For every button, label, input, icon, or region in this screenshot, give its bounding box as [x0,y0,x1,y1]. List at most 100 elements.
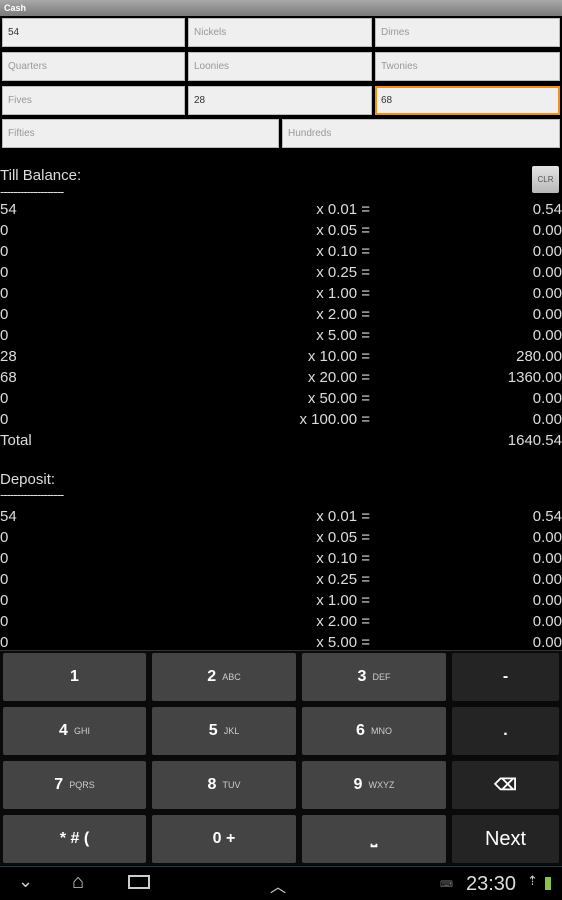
multiplier: x 0.05 = [316,222,370,239]
key-1[interactable]: 1 [3,653,146,701]
key-8[interactable]: 8 TUV [152,761,296,809]
subtotal: 0.00 [532,306,562,323]
count: 0 [0,550,9,567]
multiplier: x 10.00 = [307,348,370,365]
count: 0 [0,327,9,344]
wifi-icon: ⇡ [527,873,538,888]
recent-apps-icon[interactable] [128,875,150,889]
multiplier: x 0.25 = [316,571,370,588]
key-letters: JKL [223,726,240,736]
deposit-divider: ------------------- [0,487,64,502]
app-title: Cash [0,0,562,16]
key-2[interactable]: 2 ABC [152,653,296,701]
deposit-row: 0 x 1.00 = 0.00 [0,592,562,613]
till-row: 0 x 1.00 = 0.00 [0,285,562,306]
twenties-input[interactable]: 68 [375,86,560,115]
count: 0 [0,285,9,302]
count: 0 [0,613,9,630]
till-row: 0 x 0.10 = 0.00 [0,243,562,264]
count: 54 [0,508,17,525]
key-letters: WXYZ [368,780,395,790]
multiplier: x 50.00 = [307,390,370,407]
subtotal: 0.00 [532,243,562,260]
till-row: 28 x 10.00 = 280.00 [0,348,562,369]
back-icon[interactable]: ⌄ [18,871,33,892]
multiplier: x 0.25 = [316,264,370,281]
subtotal: 0.00 [532,529,562,546]
key-6[interactable]: 6 MNO [302,707,446,755]
subtotal: 0.00 [532,550,562,567]
count: 0 [0,411,9,428]
count: 0 [0,222,9,239]
key-space[interactable]: ⎵ [302,815,446,863]
quarters-input[interactable]: Quarters [2,52,185,81]
subtotal: 0.00 [532,592,562,609]
till-divider: ------------------- [0,184,64,199]
home-icon[interactable]: ⌂ [72,871,84,894]
subtotal: 0.54 [532,201,562,218]
key-3[interactable]: 3 DEF [302,653,446,701]
chevron-up-icon[interactable]: ︿ [270,873,286,897]
key-letters: PQRS [69,780,95,790]
multiplier: x 0.01 = [316,508,370,525]
key-sym7[interactable]: . [452,707,559,755]
key-letters: DEF [372,672,391,682]
dimes-input[interactable]: Dimes [375,18,560,47]
loonies-input[interactable]: Loonies [188,52,372,81]
key-label: 9 [353,776,363,793]
total-label: Total [0,432,32,449]
deposit-row: 0 x 0.05 = 0.00 [0,529,562,550]
multiplier: x 100.00 = [299,411,370,428]
deposit-row: 0 x 0.10 = 0.00 [0,550,562,571]
multiplier: x 0.01 = [316,201,370,218]
deposit-row: 0 x 5.00 = 0.00 [0,634,562,650]
hundreds-input[interactable]: Hundreds [282,119,560,148]
twonies-input[interactable]: Twonies [375,52,560,81]
deposit-row: 0 x 2.00 = 0.00 [0,613,562,634]
key-label: Next [484,827,527,850]
key-label: ⎵ [370,830,378,847]
key-Next[interactable]: Next [452,815,559,863]
multiplier: x 1.00 = [316,592,370,609]
count: 0 [0,634,9,650]
key-label: - [502,668,509,685]
subtotal: 1360.00 [507,369,562,386]
key-label: 2 [207,668,217,685]
key-backspace[interactable]: ⌫ [452,761,559,809]
multiplier: x 5.00 = [316,634,370,650]
key-label: . [503,722,508,739]
key-0[interactable]: 0 + [152,815,296,863]
deposit-heading: Deposit: [0,471,56,488]
count: 0 [0,571,9,588]
key-5[interactable]: 5 JKL [152,707,296,755]
multiplier: x 0.05 = [316,529,370,546]
key-7[interactable]: 7 PQRS [3,761,146,809]
subtotal: 0.00 [532,264,562,281]
subtotal: 0.00 [532,390,562,407]
key-9[interactable]: 9 WXYZ [302,761,446,809]
till-row: 0 x 5.00 = 0.00 [0,327,562,348]
key-sym12[interactable]: * # ( [3,815,146,863]
pennies-input[interactable]: 54 [2,18,185,47]
key-4[interactable]: 4 GHI [3,707,146,755]
nickels-input[interactable]: Nickels [188,18,372,47]
till-row: 0 x 0.25 = 0.00 [0,264,562,285]
till-row: 0 x 50.00 = 0.00 [0,390,562,411]
till-total-row: Total 1640.54 [0,432,562,453]
till-row: 54 x 0.01 = 0.54 [0,201,562,222]
fifties-input[interactable]: Fifties [2,119,279,148]
subtotal: 0.00 [532,634,562,650]
tens-input[interactable]: 28 [188,86,372,115]
fives-input[interactable]: Fives [2,86,185,115]
key-label: 7 [54,776,64,793]
multiplier: x 5.00 = [316,327,370,344]
key-letters: TUV [222,780,241,790]
key-label: 4 [59,722,68,739]
count: 68 [0,369,17,386]
key-sym3[interactable]: - [452,653,559,701]
count: 0 [0,306,9,323]
results-area[interactable]: Till Balance: ------------------- 54 x 0.… [0,150,562,650]
clock: 23:30 [466,873,517,895]
till-heading: Till Balance: [0,167,82,184]
key-letters: GHI [73,726,90,736]
